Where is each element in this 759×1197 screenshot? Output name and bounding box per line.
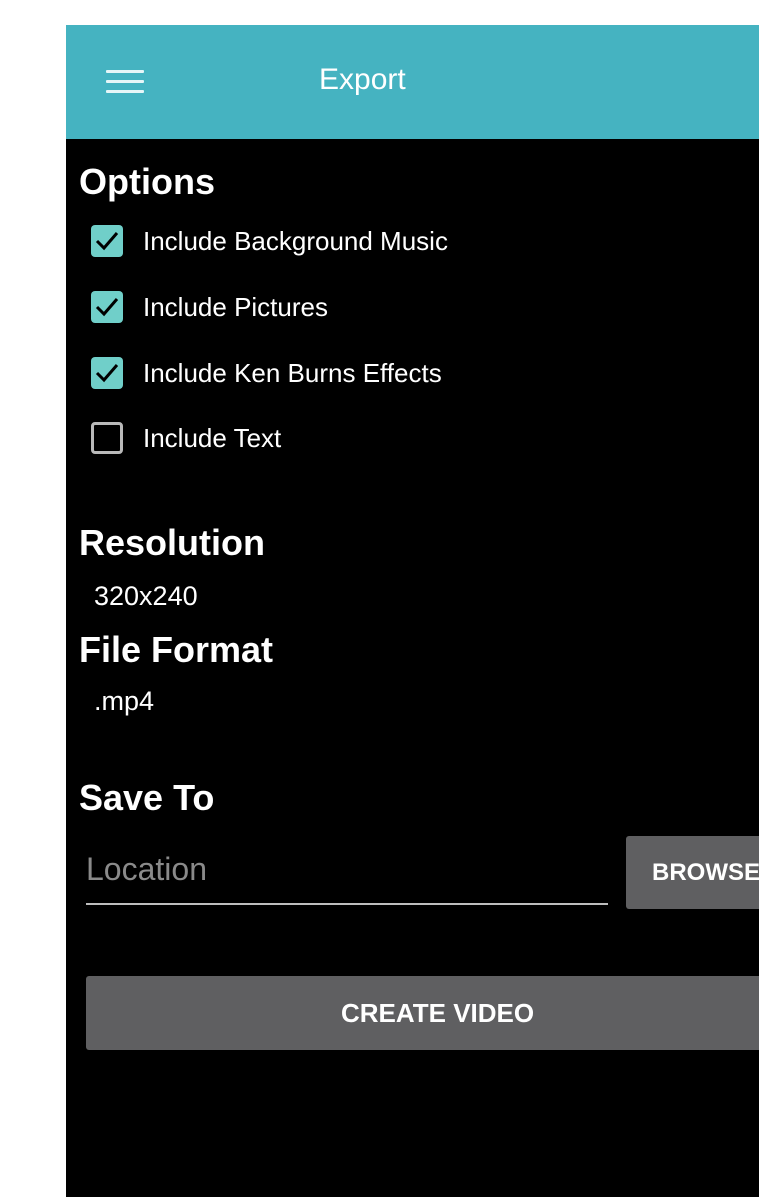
resolution-heading: Resolution [79,522,265,563]
export-screen: Export Options Include Background Music … [66,25,759,1197]
checkbox-include-pictures[interactable]: Include Pictures [91,287,328,327]
checkbox-include-text[interactable]: Include Text [91,418,281,458]
checkbox-label: Include Text [143,422,282,453]
checkbox-label: Include Background Music [143,225,448,256]
app-bar: Export [66,25,759,139]
browse-button[interactable]: BROWSE [626,836,759,909]
resolution-value: 320x240 [94,581,198,611]
location-input[interactable]: Location [86,847,608,905]
options-heading: Options [79,161,215,202]
checkbox-checked-icon[interactable] [91,225,123,257]
checkbox-include-background-music[interactable]: Include Background Music [91,221,448,261]
checkbox-label: Include Ken Burns Effects [143,357,442,388]
file-format-value: .mp4 [94,686,155,716]
file-format-heading: File Format [79,629,274,670]
checkbox-checked-icon[interactable] [91,357,123,389]
save-to-heading: Save To [79,777,215,818]
checkbox-include-ken-burns-effects[interactable]: Include Ken Burns Effects [91,353,442,393]
location-placeholder: Location [86,851,207,887]
checkbox-checked-icon[interactable] [91,291,123,323]
app-bar-title: Export [319,63,406,96]
create-video-button[interactable]: CREATE VIDEO [86,976,759,1050]
checkbox-label: Include Pictures [143,291,328,322]
checkbox-unchecked-icon[interactable] [91,422,123,454]
